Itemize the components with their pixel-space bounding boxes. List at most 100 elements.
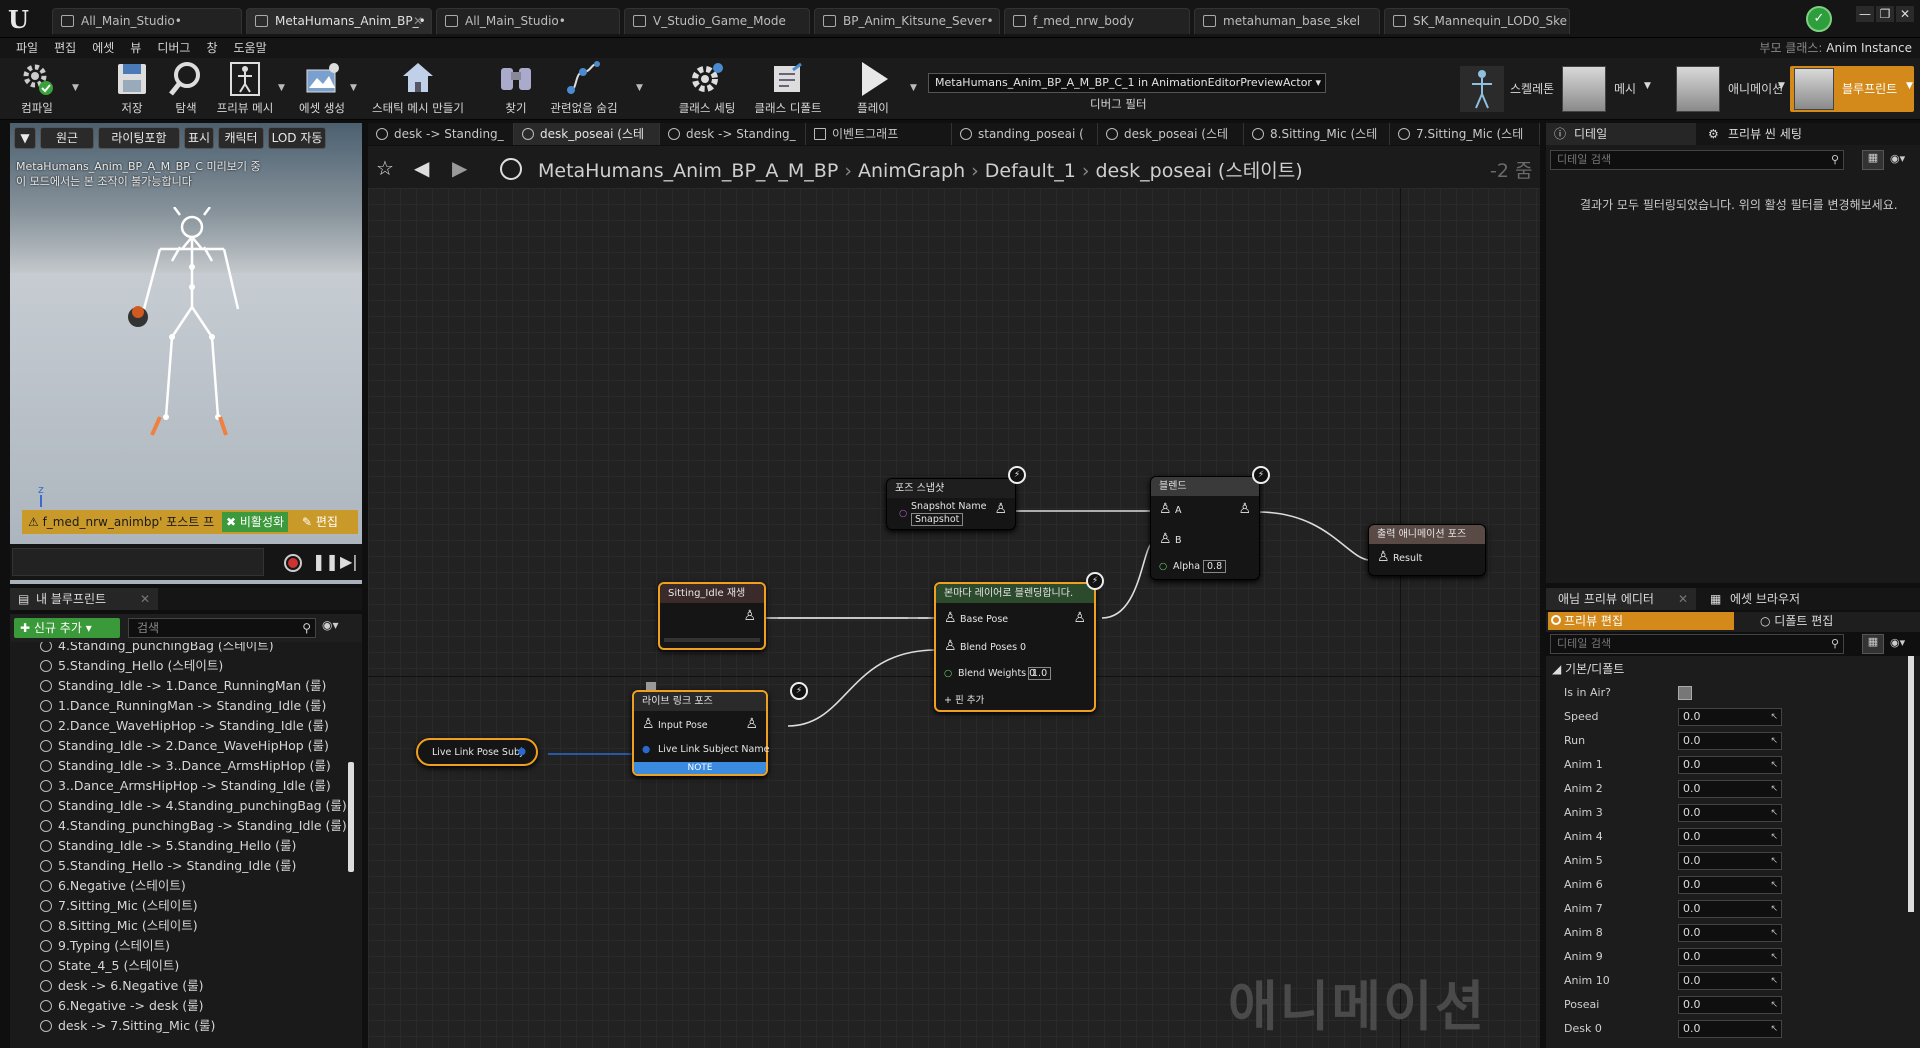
- layered-blend-node[interactable]: 본마다 레이어로 블렌딩합니다. ♙ Base Pose ♙ Blend Poses…: [934, 582, 1096, 712]
- edit-preview-button[interactable]: 프리뷰 편집: [1548, 612, 1734, 630]
- step-forward-button[interactable]: ▶|: [340, 552, 358, 571]
- menu-window[interactable]: 창: [198, 38, 225, 58]
- pose-output-pin-icon[interactable]: ♙: [1238, 501, 1251, 517]
- sitting-idle-node[interactable]: Sitting_Idle 재생 ♙: [658, 582, 766, 650]
- blueprint-list-item[interactable]: State_4_5 (스테이트): [40, 956, 179, 976]
- property-value-input[interactable]: 0.0: [1678, 708, 1782, 726]
- document-tab[interactable]: metahuman_base_skel: [1194, 8, 1380, 34]
- breadcrumb-blueprint[interactable]: MetaHumans_Anim_BP_A_M_BP: [538, 160, 838, 182]
- perspective-button[interactable]: 원근: [40, 127, 94, 149]
- chevron-down-icon[interactable]: ▼: [636, 83, 643, 93]
- disable-button[interactable]: ✖ 비활성화: [222, 512, 289, 532]
- mode-animation-button[interactable]: 애니메이션 ▼: [1676, 66, 1785, 112]
- blueprint-list-item[interactable]: 1.Dance_RunningMan -> Standing_Idle (룰): [40, 696, 326, 716]
- properties-scrollbar[interactable]: [1908, 656, 1914, 912]
- view-options-icon[interactable]: ◉▾: [322, 618, 339, 632]
- pose-pin-icon[interactable]: ♙: [1159, 501, 1172, 517]
- chevron-down-icon[interactable]: ▼: [350, 83, 357, 93]
- lighting-button[interactable]: 라이팅포함: [98, 127, 180, 149]
- is-in-air-checkbox[interactable]: [1678, 686, 1692, 700]
- document-tab-active[interactable]: MetaHumans_Anim_BP_• ✕: [246, 8, 432, 34]
- chevron-down-icon[interactable]: ▼: [278, 83, 285, 93]
- close-icon[interactable]: ✕: [413, 9, 423, 33]
- output-pose-node[interactable]: 출력 애니메이션 포즈 ♙ Result: [1368, 524, 1486, 576]
- snapshot-name-pin[interactable]: Snapshot Name: [911, 501, 986, 512]
- blueprint-list-item[interactable]: 4.Standing_punchingBag (스테이트): [40, 642, 274, 656]
- menu-help[interactable]: 도움말: [226, 38, 275, 58]
- graph-tab[interactable]: 이벤트그래프: [806, 123, 952, 145]
- document-tab[interactable]: All_Main_Studio•: [52, 8, 242, 34]
- minimize-icon[interactable]: —: [1856, 6, 1874, 22]
- snapshot-name-value[interactable]: Snapshot: [911, 513, 964, 526]
- debug-filter-dropdown[interactable]: MetaHumans_Anim_BP_A_M_BP_C_1 in Animati…: [928, 73, 1326, 93]
- blueprint-list-item[interactable]: 9.Typing (스테이트): [40, 936, 170, 956]
- details-search-input[interactable]: 디테일 검색 ⚲: [1550, 150, 1844, 170]
- property-value-input[interactable]: 0.0: [1678, 804, 1782, 822]
- edit-defaults-button[interactable]: ○ 디폴트 편집: [1760, 612, 1833, 630]
- document-tab[interactable]: V_Studio_Game_Mode: [624, 8, 810, 34]
- blueprint-list-item[interactable]: 7.Sitting_Mic (스테이트): [40, 896, 198, 916]
- star-icon[interactable]: ☆: [376, 156, 394, 180]
- live-link-subject-variable[interactable]: Live Link Pose Subj ●: [416, 738, 538, 766]
- my-blueprint-tab[interactable]: ▤ 내 블루프린트 ✕: [10, 588, 158, 610]
- mode-blueprint-button[interactable]: 블루프린트 ▼: [1790, 66, 1914, 112]
- pose-output-pin-icon[interactable]: ♙: [745, 716, 758, 732]
- property-value-input[interactable]: 0.0: [1678, 948, 1782, 966]
- browse-button[interactable]: 탐색: [162, 58, 210, 120]
- class-defaults-button[interactable]: 클래스 디폴트: [748, 58, 828, 120]
- maximize-icon[interactable]: ❐: [1876, 6, 1894, 22]
- property-value-input[interactable]: 0.0: [1678, 900, 1782, 918]
- blueprint-list-item[interactable]: 6.Negative (스테이트): [40, 876, 186, 896]
- details-tab[interactable]: ⓘ 디테일: [1546, 123, 1696, 145]
- pose-pin-icon[interactable]: ♙: [1377, 549, 1390, 565]
- float-pin-icon[interactable]: ○: [1159, 561, 1167, 572]
- chevron-down-icon[interactable]: ▼: [910, 83, 917, 93]
- anim-preview-search-input[interactable]: 디테일 검색 ⚲: [1550, 634, 1844, 654]
- menu-debug[interactable]: 디버그: [149, 38, 198, 58]
- graph-tab[interactable]: 8.Sitting_Mic (스테: [1244, 123, 1390, 145]
- find-button[interactable]: 찾기: [492, 58, 540, 120]
- blueprint-scrollbar[interactable]: [348, 762, 354, 872]
- blueprint-list-item[interactable]: 5.Standing_Hello (스테이트): [40, 656, 223, 676]
- pose-pin-icon[interactable]: ♙: [944, 638, 957, 654]
- blueprint-list-item[interactable]: desk -> 7.Sitting_Mic (룰): [40, 1016, 215, 1036]
- graph-tab-active[interactable]: desk_poseai (스테: [514, 123, 660, 145]
- viewport-options-icon[interactable]: ▼: [14, 127, 36, 149]
- pose-snapshot-node[interactable]: 포즈 스냅샷 Snapshot Name Snapshot ○ ♙: [886, 478, 1016, 530]
- blueprint-list-item[interactable]: 4.Standing_punchingBag -> Standing_Idle …: [40, 816, 347, 836]
- property-value-input[interactable]: 0.0: [1678, 732, 1782, 750]
- property-value-input[interactable]: 0.0: [1678, 876, 1782, 894]
- preview-mesh-button[interactable]: 프리뷰 메시: [214, 58, 276, 120]
- forward-icon[interactable]: ▶: [452, 156, 467, 180]
- parent-class-value[interactable]: Anim Instance: [1826, 41, 1912, 55]
- property-value-input[interactable]: 0.0: [1678, 852, 1782, 870]
- close-icon[interactable]: ✕: [140, 588, 150, 610]
- blueprint-list-item[interactable]: Standing_Idle -> 3..Dance_ArmsHipHop (룰): [40, 756, 331, 776]
- breadcrumb-animgraph[interactable]: AnimGraph: [858, 160, 965, 182]
- character-button[interactable]: 캐릭터: [218, 127, 264, 149]
- property-value-input[interactable]: 0.0: [1678, 1020, 1782, 1038]
- timeline-scrubber[interactable]: [12, 548, 264, 576]
- graph-tab[interactable]: standing_poseai (: [952, 123, 1098, 145]
- close-icon[interactable]: ✕: [1678, 588, 1688, 610]
- mode-mesh-button[interactable]: 메시 ▼: [1562, 66, 1654, 112]
- property-value-input[interactable]: 0.0: [1678, 924, 1782, 942]
- document-tab[interactable]: BP_Anim_Kitsune_Sever•: [814, 8, 1000, 34]
- property-value-input[interactable]: 0.0: [1678, 780, 1782, 798]
- blueprint-list-item[interactable]: 5.Standing_Hello -> Standing_Idle (룰): [40, 856, 296, 876]
- blueprint-list-item[interactable]: Standing_Idle -> 2.Dance_WaveHipHop (룰): [40, 736, 329, 756]
- eye-icon[interactable]: ◉▾: [1890, 636, 1905, 649]
- graph-tab[interactable]: desk -> Standing_: [660, 123, 806, 145]
- breadcrumb-default[interactable]: Default_1: [985, 160, 1076, 182]
- menu-file[interactable]: 파일: [8, 38, 46, 58]
- float-pin-icon[interactable]: ○: [944, 668, 952, 679]
- blend-weights-value[interactable]: 1.0: [1028, 667, 1052, 680]
- close-window-icon[interactable]: ✕: [1896, 6, 1914, 22]
- document-tab[interactable]: f_med_nrw_body: [1004, 8, 1190, 34]
- live-link-pose-node[interactable]: 라이브 링크 포즈 ♙ Input Pose ● Live Link Subject…: [632, 690, 769, 776]
- pose-output-pin-icon[interactable]: ♙: [1073, 610, 1086, 626]
- make-static-mesh-button[interactable]: 스태틱 메시 만들기: [368, 58, 468, 120]
- play-button[interactable]: 플레이: [848, 58, 898, 120]
- create-asset-button[interactable]: 에셋 생성: [294, 58, 350, 120]
- unreal-logo-icon[interactable]: U: [8, 5, 36, 34]
